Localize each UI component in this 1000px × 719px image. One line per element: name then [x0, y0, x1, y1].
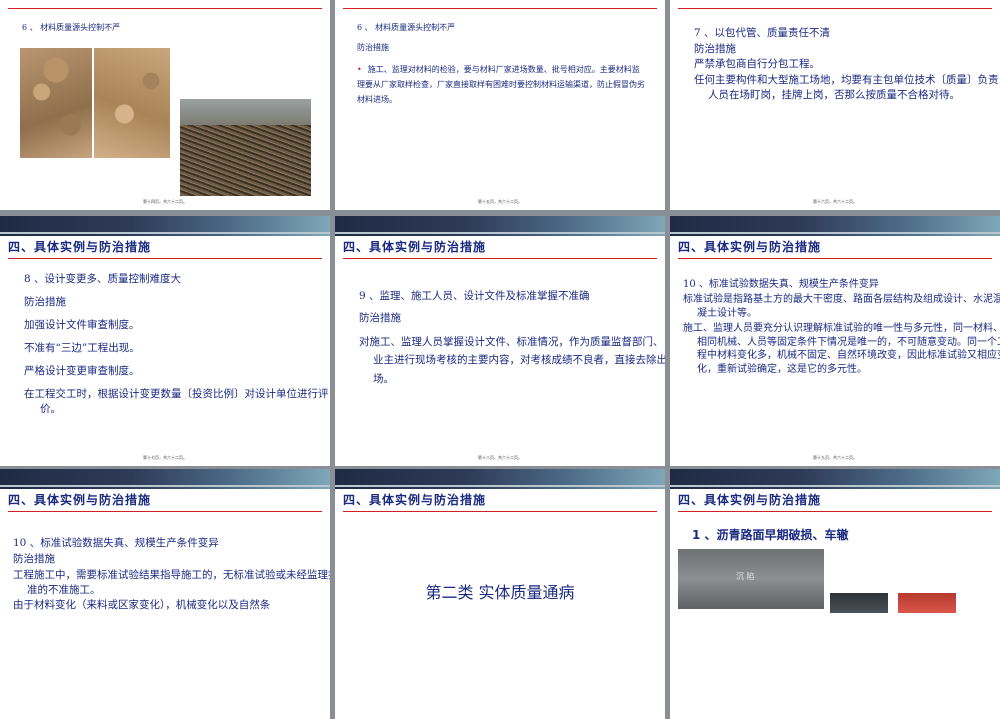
section-heading: 四、具体实例与防治措施: [678, 493, 822, 507]
slide-item-title: 9 、监理、施工人员、设计文件及标准掌握不准确: [359, 290, 590, 302]
slide-item-title: 7 、以包代管、质量责任不清: [694, 27, 831, 39]
measure-line: 加强设计文件审查制度。: [24, 319, 140, 331]
body-paragraph: 标准试验是指路基土方的最大干密度、路面各层结构及组成设计、水泥混凝土设计等。: [683, 294, 1000, 319]
slide-header-bar: [0, 469, 330, 489]
measures-label: 防治措施: [694, 43, 736, 55]
rutting-photo: 沉 陷: [678, 549, 824, 609]
slide-14[interactable]: 6 、 材料质量源头控制不严 第十四页，共六十二页。: [0, 0, 330, 210]
page-footer: 第十六页，共六十二页。: [813, 199, 857, 204]
section-heading: 四、具体实例与防治措施: [343, 493, 487, 507]
body-paragraph: 任何主要构件和大型施工场地，均要有主包单位技术〔质量〕负责人员在场盯岗，挂牌上岗…: [694, 74, 999, 102]
sand-photo-1: [20, 48, 92, 158]
slide-20[interactable]: 四、具体实例与防治措施 10 、标准试验数据失真、规模生产条件变异 防治措施 工…: [0, 469, 330, 719]
heading-rule: [8, 258, 322, 259]
measures-label: 防治措施: [24, 296, 66, 308]
measures-label: 防治措施: [359, 312, 401, 324]
measure-line: 不准有“三边”工程出现。: [24, 342, 140, 354]
section-heading: 四、具体实例与防治措施: [678, 240, 822, 254]
measures-label: 防治措施: [357, 43, 389, 52]
slide-header-bar: [335, 216, 665, 236]
body-paragraph: 工程施工中，需要标准试验结果指导施工的，无标准试验或未经监理批准的不准施工。: [13, 569, 330, 597]
bullet-paragraph: • 施工、监理对材料的检验，要与材料厂家进场数量、批号相对应。主要材料监理要从厂家…: [357, 62, 645, 108]
slide-item-title: 10 、标准试验数据失真、规模生产条件变异: [683, 279, 879, 290]
slide-item-title: 8 、设计变更多、质量控制难度大: [24, 273, 182, 285]
measures-label: 防治措施: [13, 553, 55, 565]
slide-22[interactable]: 四、具体实例与防治措施 1 、沥青路面早期破损、车辙 沉 陷: [670, 469, 1000, 719]
measure-line: 在工程交工时，根据设计变更数量〔投资比例〕对设计单位进行评价。: [24, 388, 329, 416]
heading-rule: [343, 258, 657, 259]
pavement-photo-3: [898, 593, 956, 613]
page-footer: 第十四页，共六十二页。: [143, 199, 187, 204]
section-heading: 四、具体实例与防治措施: [8, 240, 152, 254]
slide-header-bar: [335, 469, 665, 489]
slide-header-bar: [670, 216, 1000, 236]
bullet-text: 施工、监理对材料的检验，要与材料厂家进场数量、批号相对应。主要材料监理要从厂家取…: [357, 65, 645, 105]
heading-rule: [678, 8, 992, 9]
heading-rule: [678, 511, 992, 512]
page-footer: 第十七页，共六十二页。: [143, 455, 187, 460]
body-paragraph: 施工、监理人员要充分认识理解标准试验的唯一性与多元性，同一材料、相同机械、人员等…: [683, 323, 1000, 375]
photo-caption: 沉 陷: [736, 572, 755, 581]
slide-header-bar: [0, 216, 330, 236]
slide-18[interactable]: 四、具体实例与防治措施 9 、监理、施工人员、设计文件及标准掌握不准确 防治措施…: [335, 216, 665, 466]
bullet-marker: •: [357, 65, 362, 74]
body-line: 严禁承包商自行分包工程。: [694, 58, 820, 70]
page-footer: 第十八页，共六十二页。: [478, 455, 522, 460]
section-heading: 四、具体实例与防治措施: [8, 493, 152, 507]
slide-item-title: 10 、标准试验数据失真、规模生产条件变异: [13, 537, 219, 549]
slide-21[interactable]: 四、具体实例与防治措施 第二类 实体质量通病: [335, 469, 665, 719]
category-title: 第二类 实体质量通病: [425, 583, 575, 602]
measure-line: 严格设计变更审查制度。: [24, 365, 140, 377]
slide-header-bar: [670, 469, 1000, 489]
body-paragraph: 对施工、监理人员掌握设计文件、标准情况，作为质量监督部门、业主进行现场考核的主要…: [359, 336, 665, 385]
page-footer: 第十五页，共六十二页。: [478, 199, 522, 204]
heading-rule: [8, 511, 322, 512]
heading-rule: [678, 258, 992, 259]
rebar-photo: [180, 99, 311, 196]
heading-rule: [343, 511, 657, 512]
slide-15[interactable]: 6 、 材料质量源头控制不严 防治措施 • 施工、监理对材料的检验，要与材料厂家进…: [335, 0, 665, 210]
heading-rule: [8, 8, 322, 9]
heading-rule: [343, 8, 657, 9]
page-footer: 第十九页，共六十二页。: [813, 455, 857, 460]
section-heading: 四、具体实例与防治措施: [343, 240, 487, 254]
slide-16[interactable]: 7 、以包代管、质量责任不清 防治措施 严禁承包商自行分包工程。 任何主要构件和…: [670, 0, 1000, 210]
pavement-photo-2: [830, 593, 888, 613]
body-paragraph-cut: 由于材料变化（来料或区家变化），机械变化以及自然条: [13, 599, 271, 611]
slide-19[interactable]: 四、具体实例与防治措施 10 、标准试验数据失真、规模生产条件变异 标准试验是指…: [670, 216, 1000, 466]
slide-item-title: 6 、 材料质量源头控制不严: [22, 23, 121, 32]
sand-photo-2: [94, 48, 170, 158]
slide-item-title: 1 、沥青路面早期破损、车辙: [692, 528, 849, 542]
slide-17[interactable]: 四、具体实例与防治措施 8 、设计变更多、质量控制难度大 防治措施 加强设计文件…: [0, 216, 330, 466]
slide-item-title: 6 、 材料质量源头控制不严: [357, 23, 456, 32]
